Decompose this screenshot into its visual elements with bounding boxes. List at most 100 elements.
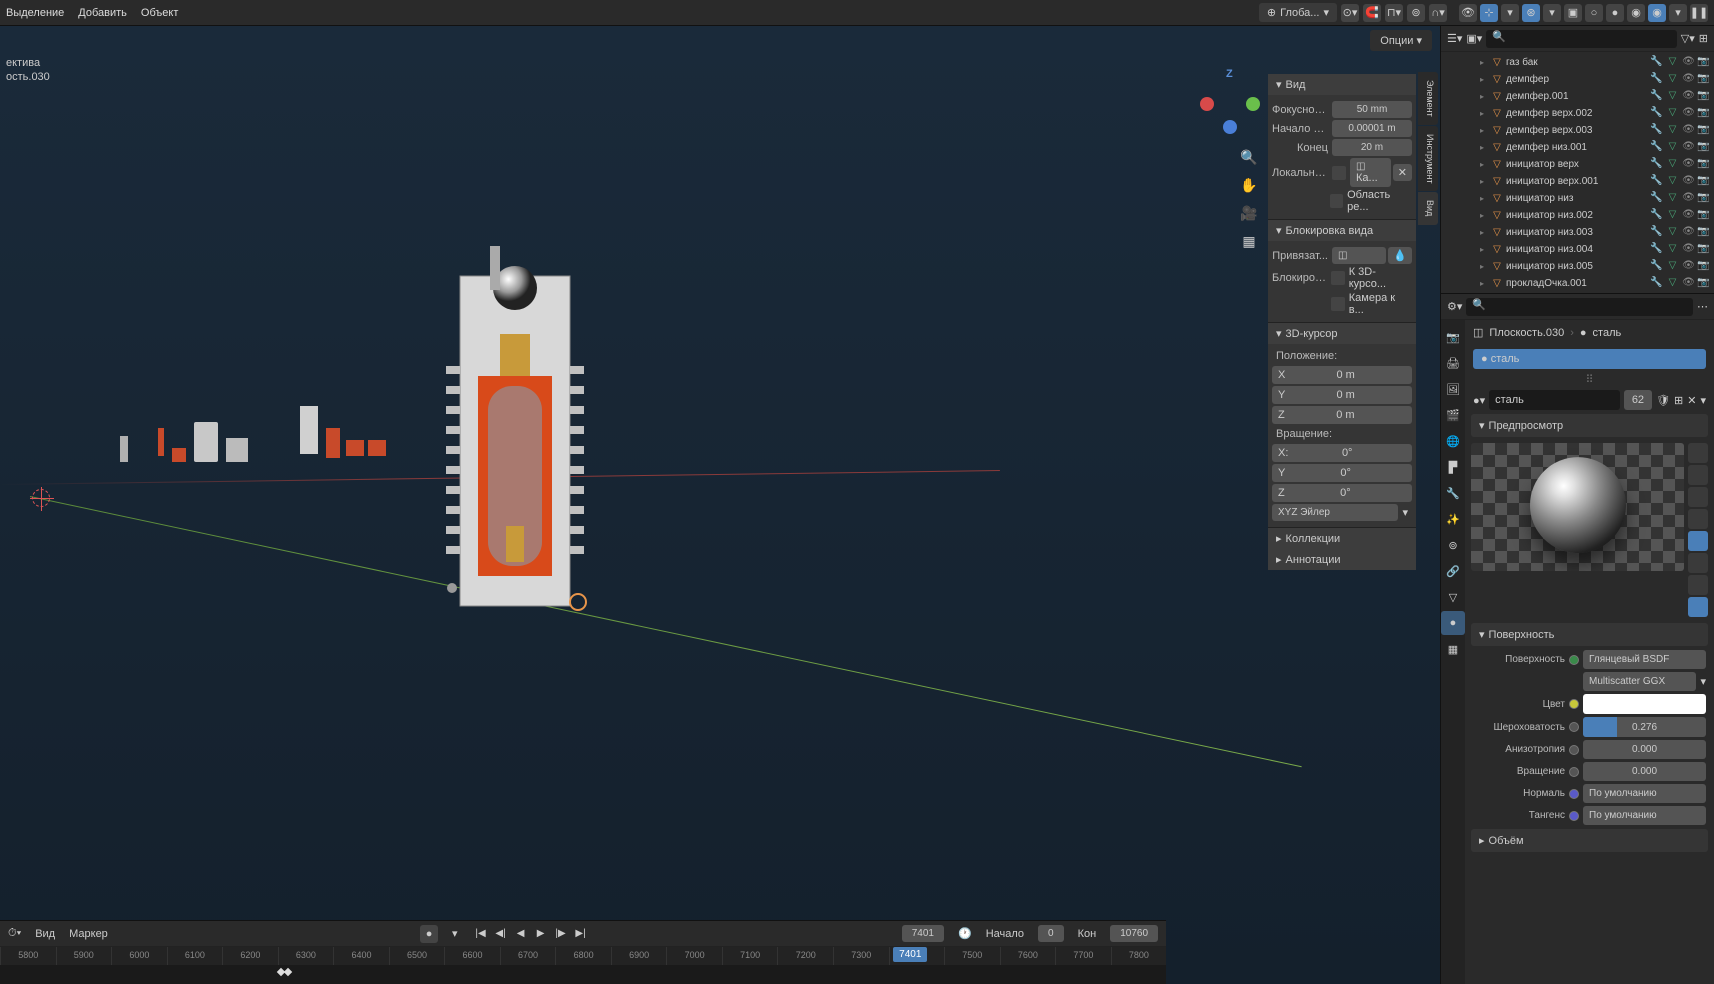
outliner-row[interactable]: ▸▽демпфер.001🔧▽👁📷 xyxy=(1441,88,1714,105)
timeline-editor-icon[interactable]: ⏱▾ xyxy=(8,927,21,940)
disclosure-icon[interactable]: ▸ xyxy=(1480,228,1488,237)
preview-hair[interactable] xyxy=(1688,509,1708,529)
hide-toggle[interactable]: 👁 xyxy=(1682,56,1695,69)
mat-icon[interactable]: ▽ xyxy=(1666,192,1679,205)
outliner-row[interactable]: ▸▽инициатор низ.003🔧▽👁📷 xyxy=(1441,224,1714,241)
cursor-y[interactable]: Y0 m xyxy=(1272,386,1412,404)
jump-start-icon[interactable]: |◀ xyxy=(472,925,490,943)
mod-icon[interactable]: 🔧 xyxy=(1650,73,1663,86)
disclosure-icon[interactable]: ▸ xyxy=(1480,75,1488,84)
hide-toggle[interactable]: 👁 xyxy=(1682,209,1695,222)
pivot-dropdown[interactable]: ⊙▾ xyxy=(1341,4,1359,22)
outliner-row[interactable]: ▸▽демпфер низ.001🔧▽👁📷 xyxy=(1441,139,1714,156)
tangent-socket[interactable] xyxy=(1569,811,1579,821)
surface-node-socket[interactable] xyxy=(1569,655,1579,665)
jump-end-icon[interactable]: ▶| xyxy=(572,925,590,943)
hide-toggle[interactable]: 👁 xyxy=(1682,226,1695,239)
preview-shaderball[interactable] xyxy=(1688,531,1708,551)
gizmo-toggle[interactable]: ⊹ xyxy=(1480,4,1498,22)
mat-icon[interactable]: ▽ xyxy=(1666,107,1679,120)
render-toggle[interactable]: 📷 xyxy=(1697,158,1710,171)
mat-icon[interactable]: ▽ xyxy=(1666,277,1679,290)
cursor-rotmode[interactable]: XYZ Эйлер xyxy=(1272,504,1398,521)
hide-toggle[interactable]: 👁 xyxy=(1682,243,1695,256)
properties-opts-icon[interactable]: ⋯ xyxy=(1697,300,1708,313)
clock-icon[interactable]: 🕐 xyxy=(958,927,972,940)
render-region-chk[interactable] xyxy=(1330,194,1343,208)
cursor-x[interactable]: X0 m xyxy=(1272,366,1412,384)
options-button[interactable]: Опции ▾ xyxy=(1370,30,1432,51)
shading-matprev[interactable]: ◉ xyxy=(1627,4,1645,22)
distribution-dropdown[interactable]: Multiscatter GGX xyxy=(1583,672,1696,691)
mat-icon[interactable]: ▽ xyxy=(1666,158,1679,171)
gizmo-z[interactable] xyxy=(1223,120,1237,134)
tab-data[interactable]: ▽ xyxy=(1441,585,1465,609)
mod-icon[interactable]: 🔧 xyxy=(1650,175,1663,188)
outliner-search[interactable]: 🔍 xyxy=(1486,30,1676,48)
mat-icon[interactable]: ▽ xyxy=(1666,124,1679,137)
current-frame[interactable]: 7401 xyxy=(902,925,944,942)
preview-cloth[interactable] xyxy=(1688,553,1708,573)
outliner-row[interactable]: ▸▽инициатор низ🔧▽👁📷 xyxy=(1441,190,1714,207)
timeline-menu-view[interactable]: Вид xyxy=(35,928,55,940)
gizmo-x[interactable] xyxy=(1200,97,1214,111)
preview-flat[interactable] xyxy=(1688,443,1708,463)
ntab-tool[interactable]: Инструмент xyxy=(1418,126,1438,192)
shading-dropdown[interactable]: ▾ xyxy=(1669,4,1687,22)
color-socket[interactable] xyxy=(1569,699,1579,709)
hide-toggle[interactable]: 👁 xyxy=(1682,124,1695,137)
aniso-socket[interactable] xyxy=(1569,745,1579,755)
focal-length[interactable]: 50 mm xyxy=(1332,101,1412,118)
lock-object-field[interactable]: ◫ xyxy=(1332,247,1386,264)
hide-toggle[interactable]: 👁 xyxy=(1682,260,1695,273)
outliner-row[interactable]: ▸▽демпфер🔧▽👁📷 xyxy=(1441,71,1714,88)
clip-end[interactable]: 20 m xyxy=(1332,139,1412,156)
menu-object[interactable]: Объект xyxy=(141,7,178,19)
visibility-icon[interactable]: 👁 xyxy=(1459,4,1477,22)
outliner-row[interactable]: ▸▽инициатор низ.002🔧▽👁📷 xyxy=(1441,207,1714,224)
cursor-z[interactable]: Z0 m xyxy=(1272,406,1412,424)
tab-object[interactable]: ▛ xyxy=(1441,455,1465,479)
material-name-field[interactable]: сталь xyxy=(1489,390,1620,410)
mod-icon[interactable]: 🔧 xyxy=(1650,277,1663,290)
mod-icon[interactable]: 🔧 xyxy=(1650,209,1663,222)
tab-output[interactable]: 🖨 xyxy=(1441,351,1465,375)
np-collections-header[interactable]: ▸Коллекции xyxy=(1268,528,1416,549)
tab-particle[interactable]: ✨ xyxy=(1441,507,1465,531)
mod-icon[interactable]: 🔧 xyxy=(1650,90,1663,103)
render-toggle[interactable]: 📷 xyxy=(1697,141,1710,154)
roughness-socket[interactable] xyxy=(1569,722,1579,732)
disclosure-icon[interactable]: ▸ xyxy=(1480,177,1488,186)
playhead[interactable]: 7401 xyxy=(893,947,927,962)
timeline-menu-marker[interactable]: Маркер xyxy=(69,928,108,940)
disclosure-icon[interactable]: ▸ xyxy=(1480,126,1488,135)
outliner-editor-icon[interactable]: ☰▾ xyxy=(1447,32,1462,45)
surface-shader[interactable]: Глянцевый BSDF xyxy=(1583,650,1706,669)
tangent-field[interactable]: По умолчанию xyxy=(1583,806,1706,825)
disclosure-icon[interactable]: ▸ xyxy=(1480,194,1488,203)
cursor-ry[interactable]: Y0° xyxy=(1272,464,1412,482)
snap-toggle[interactable]: 🧲 xyxy=(1363,4,1381,22)
orientation-dropdown[interactable]: ⊕Глоба...▾ xyxy=(1259,3,1337,22)
outliner-new-collection-icon[interactable]: ⊞ xyxy=(1699,32,1708,45)
tab-world[interactable]: 🌐 xyxy=(1441,429,1465,453)
properties-editor-icon[interactable]: ⚙▾ xyxy=(1447,300,1462,313)
ntab-item[interactable]: Элемент xyxy=(1418,72,1438,125)
outliner-row[interactable]: ▸▽газ бак🔧▽👁📷 xyxy=(1441,54,1714,71)
pause-icon[interactable]: ❚❚ xyxy=(1690,4,1708,22)
mat-icon[interactable]: ▽ xyxy=(1666,260,1679,273)
render-toggle[interactable]: 📷 xyxy=(1697,90,1710,103)
material-nodes-icon[interactable]: ▾ xyxy=(1700,394,1706,407)
mat-icon[interactable]: ▽ xyxy=(1666,209,1679,222)
hide-toggle[interactable]: 👁 xyxy=(1682,192,1695,205)
np-annotations-header[interactable]: ▸Аннотации xyxy=(1268,549,1416,570)
render-toggle[interactable]: 📷 xyxy=(1697,124,1710,137)
cursor-rx[interactable]: X:0° xyxy=(1272,444,1412,462)
tab-texture[interactable]: ▦ xyxy=(1441,637,1465,661)
base-color[interactable] xyxy=(1583,694,1706,714)
normal-socket[interactable] xyxy=(1569,789,1579,799)
hide-toggle[interactable]: 👁 xyxy=(1682,141,1695,154)
mat-icon[interactable]: ▽ xyxy=(1666,90,1679,103)
render-toggle[interactable]: 📷 xyxy=(1697,243,1710,256)
material-users[interactable]: 62 xyxy=(1624,390,1652,410)
